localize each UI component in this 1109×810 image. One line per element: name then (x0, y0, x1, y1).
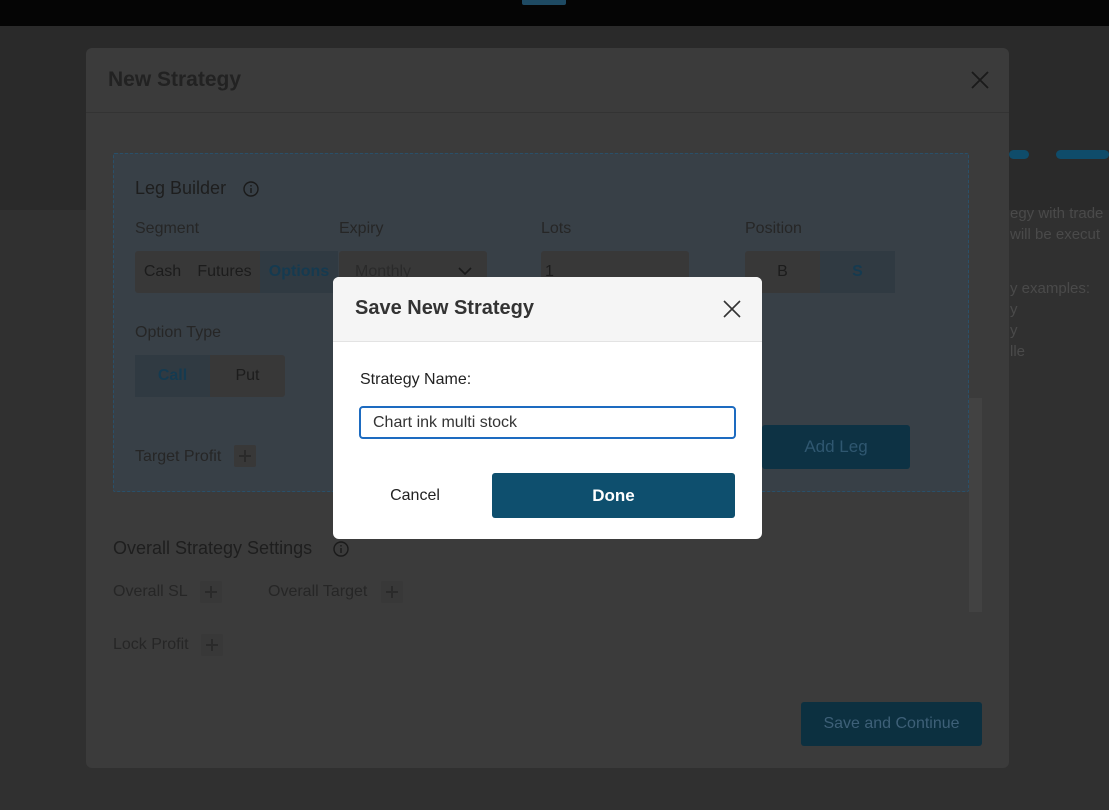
expiry-label: Expiry (339, 220, 384, 237)
add-overall-sl-button[interactable] (200, 581, 222, 603)
segment-option-futures[interactable]: Futures (190, 251, 259, 293)
background-text: y examples: (1010, 280, 1091, 297)
background-text: y (1010, 301, 1018, 318)
leg-builder-title: Leg Builder (135, 178, 227, 198)
segment-label: Segment (135, 220, 200, 237)
lock-profit-label: Lock Profit (113, 636, 189, 653)
option-type-selector: Call Put (135, 355, 285, 397)
background-pill (1009, 150, 1029, 159)
close-icon[interactable] (722, 299, 742, 319)
overall-sl-label: Overall SL (113, 583, 188, 600)
done-button[interactable]: Done (492, 473, 735, 518)
background-text: will be execut (1010, 226, 1101, 243)
segment-selector: Cash Futures Options (135, 251, 338, 293)
strategy-name-label: Strategy Name: (360, 371, 472, 388)
option-type-call[interactable]: Call (135, 355, 210, 397)
background-text: y (1010, 322, 1018, 339)
save-strategy-dialog: Save New Strategy Strategy Name: Cancel … (333, 277, 762, 539)
overall-settings-title: Overall Strategy Settings (113, 538, 313, 558)
segment-option-options[interactable]: Options (260, 251, 338, 293)
overall-target-label: Overall Target (268, 583, 368, 600)
close-icon[interactable] (970, 70, 990, 90)
target-profit-label: Target Profit (135, 448, 222, 465)
add-target-profit-button[interactable] (234, 445, 256, 467)
cancel-button[interactable]: Cancel (355, 473, 475, 518)
background-text: lle (1010, 343, 1026, 360)
info-icon[interactable] (333, 541, 349, 557)
add-overall-target-button[interactable] (381, 581, 403, 603)
option-type-label: Option Type (135, 324, 221, 341)
position-selector: B S (745, 251, 895, 293)
position-option-sell[interactable]: S (820, 251, 895, 293)
segment-option-cash[interactable]: Cash (135, 251, 190, 293)
background-pill (1056, 150, 1109, 159)
modal-title: New Strategy (108, 68, 242, 91)
dialog-title: Save New Strategy (355, 297, 534, 319)
position-label: Position (745, 220, 802, 237)
lots-label: Lots (541, 220, 572, 237)
add-lock-profit-button[interactable] (201, 634, 223, 656)
dialog-header: Save New Strategy (333, 277, 762, 342)
save-and-continue-button[interactable]: Save and Continue (801, 702, 982, 746)
nav-active-indicator (522, 0, 566, 5)
scrollbar[interactable] (969, 398, 982, 612)
background-text: egy with trade (1010, 205, 1104, 222)
strategy-name-input[interactable] (359, 406, 736, 439)
add-leg-button[interactable]: Add Leg (762, 425, 910, 469)
option-type-put[interactable]: Put (210, 355, 285, 397)
info-icon[interactable] (243, 181, 259, 197)
modal-header: New Strategy (86, 48, 1009, 113)
top-nav-bar (0, 0, 1109, 26)
